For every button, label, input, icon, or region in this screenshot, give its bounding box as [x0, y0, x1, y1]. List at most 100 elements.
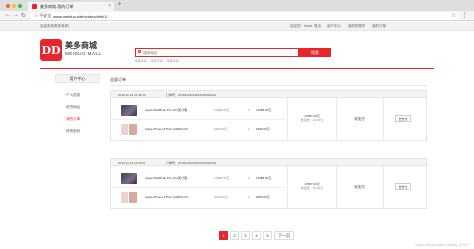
title-divider — [110, 85, 427, 86]
cart-link[interactable]: 我的购物车 — [348, 24, 366, 29]
column-divider — [383, 98, 384, 140]
browser-menu-icon[interactable]: ⋮ — [461, 11, 468, 19]
quantity: 1 — [248, 108, 250, 112]
user-sidebar: 用户中心 · 个人信息 · 收货地址 · 我的订单 · 修改密码 — [55, 74, 100, 154]
reload-icon[interactable]: ↻ — [21, 12, 26, 19]
item-subtotal: 6499.00元 — [256, 127, 270, 131]
order-number: 订单号：20181103224816000000001 — [166, 93, 217, 97]
product-name[interactable]: Apple MacBook Pro 13.3英寸笔... — [145, 176, 190, 180]
order-item-row: Apple iPhone 8 Plus (A1864) 64... 6499.00… — [111, 119, 286, 137]
page-title: 全部订单 — [110, 77, 126, 82]
logo-name-cn: 美多商城 — [65, 41, 97, 50]
unit-price: 11388.00元 — [214, 176, 230, 180]
unit-price: 6499.00元 — [214, 127, 228, 131]
item-subtotal: 6499.00元 — [256, 195, 270, 199]
order-card: 2018-11-03 22:09:01 订单号：20181103220901000… — [110, 158, 427, 209]
product-name[interactable]: Apple MacBook Pro 13.3英寸笔... — [145, 108, 190, 112]
my-orders-link[interactable]: 我的订单 — [372, 24, 386, 29]
bookmark-star-icon[interactable]: ☆ — [451, 12, 456, 19]
logout-link[interactable]: 退出 — [314, 24, 321, 29]
site-top-nav: 欢迎来到美多商城! 欢迎您：itcast 退出 用户中心 我的购物车 我的订单 — [0, 22, 474, 31]
header-divider — [40, 68, 434, 69]
tab-close-icon[interactable]: × — [108, 3, 111, 9]
order-status: 待支付 — [354, 117, 365, 121]
sidebar-title: 用户中心 — [55, 74, 100, 83]
hot-term[interactable]: 香蕉手机 — [151, 59, 163, 63]
order-total: 17897.00元 含运费：10.00元 — [289, 114, 335, 122]
user-greeting: 欢迎您：itcast — [290, 24, 313, 28]
order-number: 订单号：20181103220901000000001 — [166, 161, 217, 165]
shipping-fee: 含运费：10.00元 — [300, 186, 324, 190]
pagination: 1 2 3 4 5 下一页 — [219, 231, 294, 240]
back-icon[interactable]: ← — [5, 12, 11, 18]
order-item-row: Apple MacBook Pro 13.3英寸笔... 11388.00元 1 11… — [111, 101, 286, 119]
url-field[interactable]: ⓘ 不安全 www.meiduo.site/orders/info/1/ — [30, 12, 458, 20]
search-button[interactable]: 搜索 — [299, 48, 331, 57]
page-button-3[interactable]: 3 — [241, 231, 250, 240]
product-name[interactable]: Apple iPhone 8 Plus (A1864) 64... — [145, 195, 190, 199]
welcome-text: 欢迎来到美多商城! — [40, 24, 69, 28]
page-button-4[interactable]: 4 — [252, 231, 261, 240]
next-page-button[interactable]: 下一页 — [274, 231, 294, 240]
order-item-row: Apple iPhone 8 Plus (A1864) 64... 6499.00… — [111, 187, 286, 205]
sidebar-item-address[interactable]: · 收货地址 — [64, 105, 80, 110]
order-body: Apple MacBook Pro 13.3英寸笔... 11388.00元 1 11… — [111, 166, 426, 208]
hot-term[interactable]: 苹果手机 — [167, 59, 179, 63]
tab-title: 美多商城-我的订单 — [40, 3, 74, 9]
search-input[interactable] — [136, 49, 298, 56]
order-header: 2018-11-03 22:48:16 订单号：20181103224816000… — [111, 91, 426, 98]
product-thumbnail[interactable] — [121, 124, 137, 135]
quantity: 1 — [248, 195, 250, 199]
order-total: 17897.00元 含运费：10.00元 — [289, 182, 335, 190]
shipping-fee: 含运费：10.00元 — [300, 118, 324, 122]
page-button-1[interactable]: 1 — [219, 231, 228, 240]
browser-tab[interactable]: 美多商城-我的订单 × — [28, 2, 114, 11]
close-window-icon[interactable] — [6, 4, 10, 8]
forward-icon[interactable]: → — [13, 12, 19, 18]
unit-price: 6499.00元 — [214, 195, 228, 199]
pay-button[interactable]: 去支付 — [395, 183, 411, 190]
insecure-label: ⓘ 不安全 — [34, 13, 52, 18]
column-divider — [287, 98, 288, 140]
order-date: 2018-11-03 22:09:01 — [118, 161, 146, 165]
site-logo[interactable]: DD 美多商城 MEIDUO MALL — [40, 39, 101, 63]
maximize-window-icon[interactable] — [18, 4, 22, 8]
column-divider — [287, 166, 288, 208]
order-item-row: Apple MacBook Pro 13.3英寸笔... 11388.00元 1 11… — [111, 169, 286, 187]
logo-mark: DD — [40, 39, 62, 61]
sidebar-item-orders[interactable]: · 我的订单 — [64, 117, 80, 122]
order-date: 2018-11-03 22:48:16 — [118, 93, 146, 97]
order-body: Apple MacBook Pro 13.3英寸笔... 11388.00元 1 11… — [111, 98, 426, 140]
pay-button[interactable]: 去支付 — [395, 115, 411, 122]
favicon-icon — [32, 4, 37, 9]
page-button-2[interactable]: 2 — [230, 231, 239, 240]
item-subtotal: 11388.00元 — [256, 176, 272, 180]
url-text: www.meiduo.site/orders/info/1/ — [53, 13, 108, 19]
watermark: https://blog.csdn.net/qq_41977 — [415, 242, 470, 247]
quantity: 1 — [248, 176, 250, 180]
search-box — [135, 48, 299, 57]
order-card: 2018-11-03 22:48:16 订单号：20181103224816000… — [110, 90, 427, 141]
minimize-window-icon[interactable] — [12, 4, 16, 8]
new-tab-button[interactable]: + — [118, 2, 122, 8]
product-name[interactable]: Apple iPhone 8 Plus (A1864) 64... — [145, 127, 190, 131]
page-button-5[interactable]: 5 — [263, 231, 272, 240]
sidebar-item-password[interactable]: · 修改密码 — [64, 129, 80, 134]
product-thumbnail[interactable] — [121, 192, 137, 203]
hot-search-terms: 苹果手机 香蕉手机 苹果手机 — [135, 59, 182, 63]
logo-name-en: MEIDUO MALL — [65, 51, 102, 56]
product-thumbnail[interactable] — [121, 173, 137, 184]
product-thumbnail[interactable] — [121, 105, 137, 116]
address-bar: ← → ↻ ⓘ 不安全 www.meiduo.site/orders/info/… — [0, 11, 474, 21]
hot-term[interactable]: 苹果手机 — [135, 59, 147, 63]
sidebar-item-profile[interactable]: · 个人信息 — [64, 93, 80, 98]
order-header: 2018-11-03 22:09:01 订单号：20181103220901000… — [111, 159, 426, 166]
browser-tab-bar: 美多商城-我的订单 × + — [0, 0, 474, 11]
item-subtotal: 11388.00元 — [256, 108, 272, 112]
user-center-link[interactable]: 用户中心 — [327, 24, 341, 29]
column-divider — [383, 166, 384, 208]
order-status: 待支付 — [354, 185, 365, 189]
unit-price: 11388.00元 — [214, 108, 230, 112]
quantity: 1 — [248, 127, 250, 131]
search-icon — [138, 50, 141, 53]
